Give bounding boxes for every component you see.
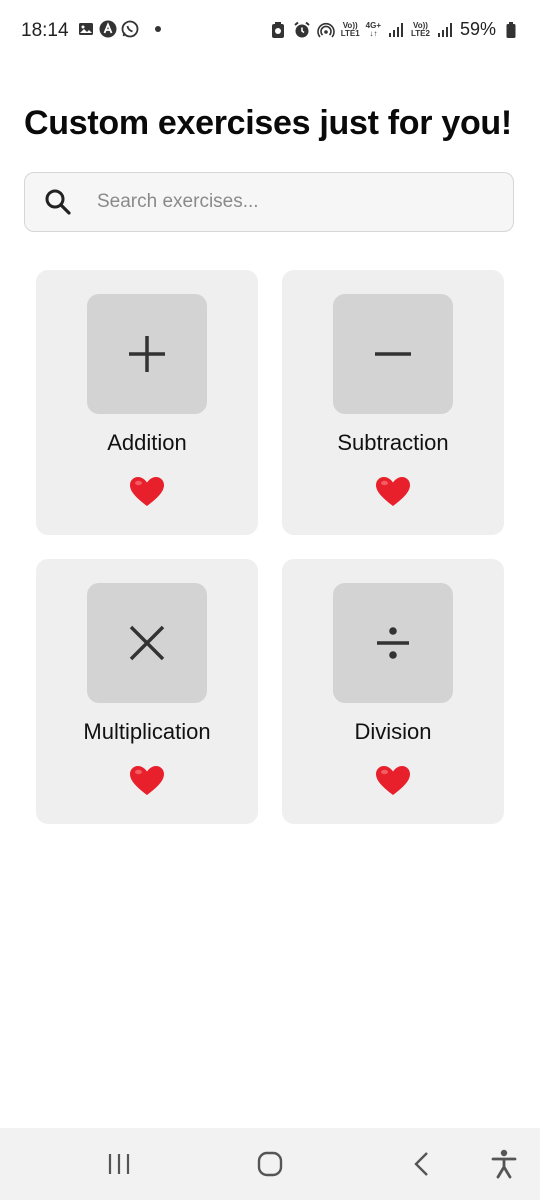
exercise-label: Multiplication xyxy=(83,719,211,744)
notification-dot xyxy=(155,26,161,32)
search-bar[interactable] xyxy=(24,172,514,232)
status-right-icons: Vo)) LTE1 4G+ ↓↑ Vo)) LTE2 59% xyxy=(269,19,520,40)
signal-bars-icon xyxy=(387,21,405,39)
exercise-label: Addition xyxy=(107,430,187,455)
status-time: 18:14 xyxy=(21,20,69,41)
heart-icon[interactable] xyxy=(375,476,411,508)
multiply-icon xyxy=(87,583,207,703)
exercise-label: Subtraction xyxy=(337,430,449,455)
volte-lte2: Vo)) LTE2 xyxy=(411,20,430,38)
status-bar: 18:14 Vo)) LTE1 4G+ ↓↑ Vo)) LTE2 59% xyxy=(0,0,540,60)
whatsapp-icon xyxy=(121,20,139,38)
volte-lte1: Vo)) LTE1 xyxy=(340,20,360,38)
exercise-card-addition[interactable]: Addition xyxy=(36,270,258,535)
back-icon[interactable] xyxy=(404,1148,440,1180)
recents-icon[interactable] xyxy=(101,1148,137,1180)
status-left-icons xyxy=(77,20,161,38)
heart-icon[interactable] xyxy=(375,765,411,797)
app-icon xyxy=(99,20,117,38)
exercise-card-subtraction[interactable]: Subtraction xyxy=(282,270,504,535)
signal-bars-icon xyxy=(436,21,454,39)
hotspot-icon xyxy=(316,21,335,39)
battery-saver-icon xyxy=(269,21,287,39)
heart-icon[interactable] xyxy=(129,476,165,508)
exercise-card-multiplication[interactable]: Multiplication xyxy=(36,559,258,824)
alarm-icon xyxy=(293,21,311,39)
heart-icon[interactable] xyxy=(129,765,165,797)
exercise-card-division[interactable]: Division xyxy=(282,559,504,824)
exercise-label: Division xyxy=(354,719,432,744)
system-nav-bar xyxy=(0,1128,540,1200)
gallery-icon xyxy=(77,20,95,38)
network-type-4g-plus: 4G+ ↓↑ xyxy=(365,20,381,38)
search-icon xyxy=(43,187,73,217)
home-icon[interactable] xyxy=(252,1148,288,1180)
battery-icon xyxy=(502,21,520,39)
search-input[interactable] xyxy=(95,190,513,214)
plus-icon xyxy=(87,294,207,414)
divide-icon xyxy=(333,583,453,703)
minus-icon xyxy=(333,294,453,414)
page-title: Custom exercises just for you! xyxy=(24,104,512,142)
battery-percentage: 59% xyxy=(459,19,496,39)
accessibility-icon[interactable] xyxy=(486,1148,522,1180)
